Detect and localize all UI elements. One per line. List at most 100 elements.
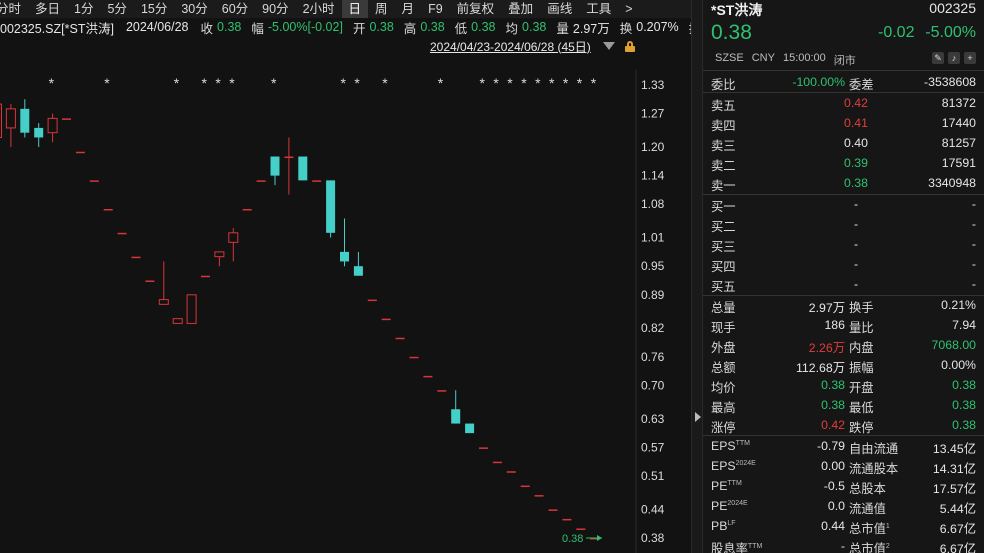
tab-6[interactable]: 60分: [215, 0, 255, 18]
last-price: 0.38: [711, 21, 752, 44]
tab-14[interactable]: 叠加: [501, 0, 540, 18]
level-price: 0.42: [844, 96, 868, 110]
y-tick-label: 0.70: [641, 378, 665, 392]
event-marker: *: [341, 75, 347, 91]
kline-chart-area[interactable]: 分时 多日 1分 5分 15分 30分 60分 90分 2小时日周月 F9 前复权 叠加 画线 工具 > 0…: [0, 0, 691, 553]
tab-3[interactable]: 5分: [100, 0, 133, 18]
market-status: 闭市: [833, 55, 856, 67]
tab-9[interactable]: 日: [341, 0, 369, 18]
ask-level[interactable]: 卖五 0.42 81372: [711, 93, 976, 113]
event-marker: *: [549, 75, 555, 91]
stat-label: 现手: [711, 321, 736, 335]
level-label: 卖四: [711, 119, 736, 133]
bid-level[interactable]: 买二 - -: [711, 214, 976, 234]
tab-13[interactable]: 前复权: [450, 0, 502, 18]
stat-value: 0.38: [821, 378, 845, 392]
candle-body: [228, 232, 239, 243]
event-marker: *: [382, 75, 388, 91]
stat-label: 开盘: [849, 381, 874, 395]
divider: [703, 70, 984, 71]
candle-body: [186, 294, 197, 324]
candle-body: [117, 232, 127, 235]
price-change-pct: -5.00%: [925, 24, 976, 41]
webi-row: 委比 -100.00% 委差 -3538608: [711, 72, 976, 92]
bid-level[interactable]: 买三 - -: [711, 234, 976, 254]
lock-icon[interactable]: [624, 40, 635, 52]
tab-4[interactable]: 15分: [134, 0, 174, 18]
edit-icon[interactable]: ✎: [932, 52, 944, 64]
tab-2[interactable]: 1分: [67, 0, 100, 18]
ask-level[interactable]: 卖三 0.40 81257: [711, 133, 976, 153]
info-high: 0.38: [420, 20, 445, 34]
level-volume: 17440: [941, 116, 976, 130]
info-range: -5.00%[-0.02]: [267, 20, 343, 34]
weicha-value: -3538608: [924, 75, 976, 89]
stat-label: 涨停: [711, 421, 736, 435]
panel-actions: ✎ ♪ +: [932, 52, 976, 64]
info-low: 0.38: [471, 20, 496, 34]
bid-level[interactable]: 买一 - -: [711, 194, 976, 214]
date-range-selector[interactable]: 2024/04/23-2024/06/28 (45日): [430, 38, 635, 54]
fundamental-label: PE2024E: [711, 499, 748, 513]
candle-body: [158, 299, 169, 305]
fundamental-label-text: 自由流通: [849, 442, 899, 456]
level-volume: 17591: [941, 156, 976, 170]
tab-8[interactable]: 2小时: [296, 0, 342, 18]
y-tick-label: 0.38: [641, 531, 665, 545]
fundamental-value: 6.67亿: [939, 522, 976, 536]
candle-body: [479, 447, 488, 449]
candle-body: [465, 423, 475, 434]
ask-level[interactable]: 卖一 0.38 3340948: [711, 173, 976, 193]
tab-12[interactable]: F9: [421, 0, 450, 18]
add-icon[interactable]: +: [964, 52, 976, 64]
candle-body: [298, 156, 308, 181]
currency-label: CNY: [751, 52, 775, 64]
event-marker: *: [493, 75, 499, 91]
tab-16[interactable]: 工具: [579, 0, 618, 18]
level-label: 买三: [711, 240, 736, 254]
level-label: 卖五: [711, 99, 736, 113]
stats-row: 均价 0.38 开盘 0.38: [711, 375, 976, 395]
info-avg-label: 均: [505, 21, 519, 36]
price-change: -0.02: [878, 24, 915, 41]
tab-0[interactable]: 分时: [0, 0, 28, 18]
tab-7[interactable]: 90分: [255, 0, 295, 18]
candle-body: [242, 208, 252, 211]
level-label: 卖一: [711, 179, 736, 193]
ask-level[interactable]: 卖二 0.39 17591: [711, 153, 976, 173]
date-range-text[interactable]: 2024/04/23-2024/06/28 (45日): [430, 38, 591, 55]
tab-5[interactable]: 30分: [174, 0, 214, 18]
kline-svg[interactable]: 1.33 1.27 1.20 1.14 1.08 1.01 0.95 0.89 0.82 0.76…: [0, 70, 691, 553]
level-label: 买二: [711, 220, 736, 234]
ask-level[interactable]: 卖四 0.41 17440: [711, 113, 976, 133]
bell-icon[interactable]: ♪: [948, 52, 960, 64]
candle-body: [256, 180, 266, 182]
event-marker: *: [577, 75, 583, 91]
tab-1[interactable]: 多日: [28, 0, 67, 18]
fundamental-row: PETTM -0.5 总股本 17.57亿: [711, 476, 976, 496]
bid-level[interactable]: 买四 - -: [711, 254, 976, 274]
collapse-arrow-icon[interactable]: [695, 412, 701, 422]
info-open-label: 开: [352, 21, 366, 36]
event-marker: *: [438, 75, 444, 91]
fundamental-label: 总市值2: [849, 539, 890, 553]
tab-15[interactable]: 画线: [540, 0, 579, 18]
panel-splitter[interactable]: [691, 0, 703, 553]
stat-label: 跌停: [849, 421, 874, 435]
bid-level[interactable]: 买五 - -: [711, 274, 976, 294]
event-marker: *: [202, 75, 208, 91]
dropdown-caret-icon[interactable]: [602, 42, 615, 50]
fundamental-row: PBLF 0.44 总市值1 6.67亿: [711, 516, 976, 536]
tab-11[interactable]: 月: [395, 0, 422, 18]
tab-10[interactable]: 周: [368, 0, 395, 18]
stat-value: 2.26万: [808, 341, 845, 355]
fundamental-label-text: EPS: [711, 439, 736, 453]
tab-17[interactable]: >: [618, 0, 639, 18]
fundamental-label-text: EPS: [711, 459, 736, 473]
stat-label: 内盘: [849, 341, 874, 355]
quote-panel: *ST洪涛 002325 0.38 -0.02 -5.00% SZSE CNY …: [703, 0, 984, 553]
stats-row: 总额 112.68万 振幅 0.00%: [711, 355, 976, 375]
fundamental-label: EPS2024E: [711, 459, 756, 473]
candle-body: [89, 180, 99, 182]
candle-body: [326, 180, 336, 233]
